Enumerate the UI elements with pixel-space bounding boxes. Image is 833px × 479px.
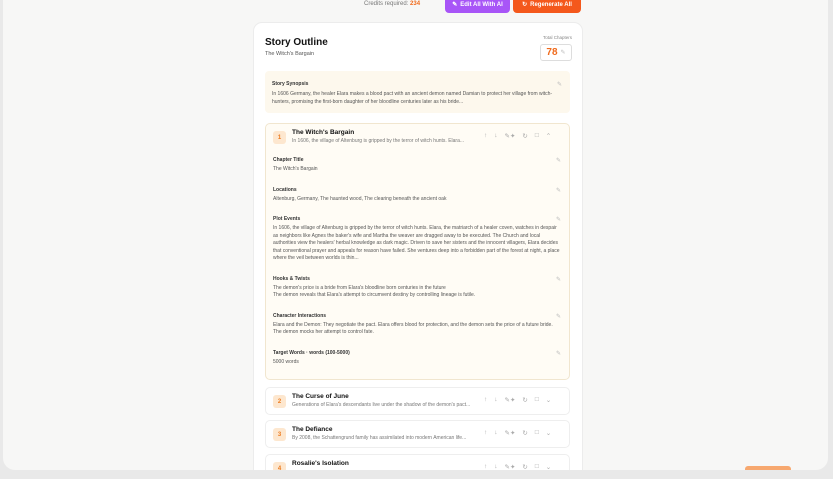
field-label: Target Words · words (100-5000): [273, 349, 350, 356]
story-synopsis: ✎ Story Synopsis In 1606 Germany, the he…: [265, 71, 570, 113]
refresh-icon: ↻: [522, 2, 528, 8]
hooks-twists-field: ✎ Hooks & Twists The demon's price is a …: [266, 276, 569, 300]
chapter-description: By 2008, the Schattengrund family has as…: [292, 435, 467, 441]
field-label: Chapter Title: [273, 157, 304, 163]
top-toolbar: Credits required: 234 ✎ Edit All With AI…: [3, 0, 828, 14]
page-title: Story Outline: [265, 37, 328, 48]
arrow-down-icon[interactable]: ↓: [494, 396, 497, 404]
field-label: Hooks & Twists: [273, 275, 310, 282]
chapter-title-field: ✎ Chapter Title The Witch's Bargain: [266, 157, 569, 174]
field-label: Character Interactions: [273, 312, 327, 319]
chapter-description: Generations of Elara's descendants live …: [292, 402, 471, 408]
total-chapters-value: 78: [546, 47, 558, 58]
arrow-down-icon[interactable]: ↓: [494, 429, 497, 437]
synopsis-label: Story Synopsis: [272, 81, 309, 87]
chapter-card-2[interactable]: 2 The Curse of June Generations of Elara…: [265, 387, 570, 415]
trash-icon[interactable]: □: [535, 463, 539, 470]
chapter-number: 1: [273, 131, 286, 144]
chevron-down-icon[interactable]: ⌄: [546, 463, 551, 470]
chapter-actions: ↑ ↓ ✎✦ ↻ □ ⌄: [484, 429, 551, 437]
chapter-description: In 1606, the village of Altenburg is gri…: [292, 138, 465, 144]
chapter-title: The Curse of June: [292, 393, 349, 400]
hook-item: The demon reveals that Elara's attempt t…: [273, 292, 476, 298]
chapter-number: 3: [273, 428, 286, 441]
synopsis-text: In 1606 Germany, the healer Elara makes …: [272, 91, 553, 105]
locations-field: ✎ Locations Altenburg, Germany, The haun…: [266, 187, 569, 204]
credits-label: Credits required:: [364, 1, 409, 7]
credits-value: 234: [410, 1, 421, 7]
chapter-card-3[interactable]: 3 The Defiance By 2008, the Schattengrun…: [265, 420, 570, 448]
character-interactions-field: ✎ Character Interactions Elara and the D…: [266, 313, 569, 337]
arrow-down-icon[interactable]: ↓: [494, 463, 497, 470]
credits-required: Credits required: 234: [364, 1, 420, 7]
app-window: Credits required: 234 ✎ Edit All With AI…: [3, 0, 828, 470]
magic-edit-icon[interactable]: ✎✦: [505, 463, 516, 470]
refresh-icon[interactable]: ↻: [522, 463, 527, 470]
magic-edit-icon[interactable]: ✎✦: [505, 132, 516, 140]
arrow-down-icon[interactable]: ↓: [494, 132, 497, 140]
pencil-icon[interactable]: ✎: [556, 276, 561, 283]
field-value: 5000 words: [273, 358, 299, 365]
edit-all-with-ai-button[interactable]: ✎ Edit All With AI: [445, 0, 510, 13]
chapter-number: 2: [273, 395, 286, 408]
chapter-actions: ↑ ↓ ✎✦ ↻ □ ⌄: [484, 396, 551, 404]
pencil-icon[interactable]: ✎: [557, 81, 562, 88]
field-value: Altenburg, Germany, The haunted wood, Th…: [273, 195, 447, 202]
target-words-field: ✎ Target Words · words (100-5000) 5000 w…: [266, 350, 569, 367]
chapter-card-4[interactable]: 4 Rosalie's Isolation ↑ ↓ ✎✦ ↻ □ ⌄: [265, 454, 570, 470]
magic-edit-icon[interactable]: ✎✦: [505, 396, 516, 404]
chevron-down-icon[interactable]: ⌄: [546, 396, 551, 404]
pencil-icon[interactable]: ✎: [556, 313, 561, 320]
chapter-title: Rosalie's Isolation: [292, 460, 349, 467]
pencil-icon[interactable]: ✎: [556, 216, 561, 223]
field-value: In 1606, the village of Altenburg is gri…: [273, 225, 560, 261]
chapter-title: The Defiance: [292, 426, 333, 433]
trash-icon[interactable]: □: [535, 429, 539, 437]
chapter-actions: ↑ ↓ ✎✦ ↻ □ ⌄: [484, 463, 551, 470]
chapter-header[interactable]: 1 The Witch's Bargain In 1606, the villa…: [266, 124, 569, 150]
field-value: Elara and the Demon: They negotiate the …: [273, 321, 553, 336]
plot-events-field: ✎ Plot Events In 1606, the village of Al…: [266, 216, 569, 263]
pencil-icon[interactable]: ✎: [556, 157, 561, 164]
field-label: Locations: [273, 186, 297, 193]
magic-edit-icon[interactable]: ✎✦: [505, 429, 516, 437]
arrow-up-icon[interactable]: ↑: [484, 396, 487, 404]
arrow-up-icon[interactable]: ↑: [484, 132, 487, 140]
field-value: The Witch's Bargain: [273, 166, 318, 172]
pencil-icon[interactable]: ✎: [556, 187, 561, 194]
edit-all-label: Edit All With AI: [460, 1, 503, 8]
arrow-up-icon[interactable]: ↑: [484, 463, 487, 470]
arrow-up-icon[interactable]: ↑: [484, 429, 487, 437]
chapter-number: 4: [273, 462, 286, 470]
chapter-title: The Witch's Bargain: [292, 129, 355, 136]
chevron-up-icon[interactable]: ⌃: [546, 132, 551, 140]
trash-icon[interactable]: □: [535, 396, 539, 404]
trash-icon[interactable]: □: [535, 132, 539, 140]
field-label: Plot Events: [273, 216, 301, 222]
pencil-icon[interactable]: ✎: [561, 49, 566, 56]
chapter-card-1: 1 The Witch's Bargain In 1606, the villa…: [265, 123, 570, 380]
chevron-down-icon[interactable]: ⌄: [546, 429, 551, 437]
refresh-icon[interactable]: ↻: [522, 396, 527, 404]
regenerate-all-button[interactable]: ↻ Regenerate All: [513, 0, 581, 13]
refresh-icon[interactable]: ↻: [522, 132, 527, 140]
regenerate-all-label: Regenerate All: [530, 1, 572, 8]
pencil-icon[interactable]: ✎: [556, 350, 561, 357]
total-chapters-label: Total Chapters: [542, 35, 572, 40]
hook-item: The demon's price is a bride from Elara'…: [273, 284, 446, 291]
story-name: The Witch's Bargain: [265, 51, 315, 57]
wand-icon: ✎: [452, 2, 458, 8]
story-outline-panel: Story Outline The Witch's Bargain Total …: [254, 23, 582, 470]
floating-action-hint[interactable]: [745, 466, 791, 470]
total-chapters-box[interactable]: 78 ✎: [540, 44, 572, 61]
chapter-actions: ↑ ↓ ✎✦ ↻ □ ⌃: [484, 132, 551, 140]
refresh-icon[interactable]: ↻: [522, 429, 527, 437]
